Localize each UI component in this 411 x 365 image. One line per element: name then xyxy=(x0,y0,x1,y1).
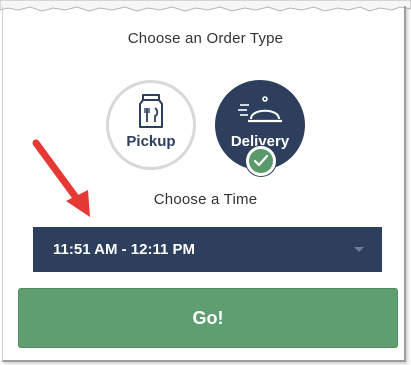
time-select-value: 11:51 AM - 12:11 PM xyxy=(53,241,196,258)
order-type-heading: Choose an Order Type xyxy=(127,30,284,47)
annotation-arrow-icon xyxy=(32,139,90,217)
takeout-bag-icon xyxy=(138,93,164,129)
selected-check-icon xyxy=(246,146,276,176)
go-button-label: Go! xyxy=(192,307,224,328)
time-heading: Choose a Time xyxy=(153,191,258,208)
pickup-option[interactable]: Pickup xyxy=(106,80,196,170)
pickup-label: Pickup xyxy=(126,133,176,150)
go-button[interactable]: Go! xyxy=(18,288,398,348)
serving-cloche-icon xyxy=(238,93,282,129)
caret-down-icon xyxy=(354,247,364,252)
time-select-dropdown[interactable]: 11:51 AM - 12:11 PM xyxy=(33,227,382,272)
